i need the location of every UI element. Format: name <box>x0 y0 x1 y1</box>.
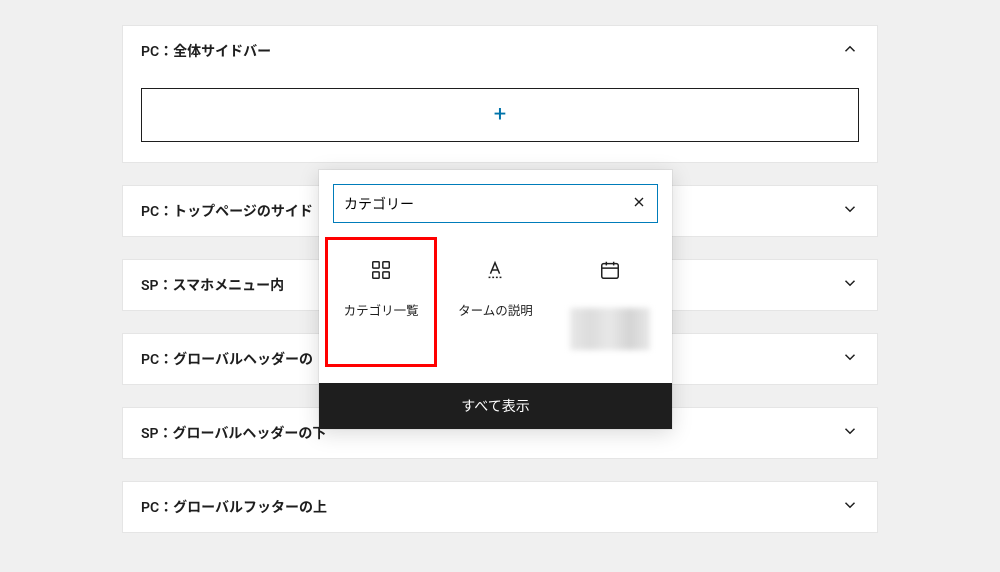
block-item-category-list[interactable]: カテゴリ一覧 <box>325 237 437 367</box>
text-color-icon <box>483 258 507 282</box>
panel-title: SP：グローバルヘッダーの下 <box>141 423 326 443</box>
block-item-calendar[interactable] <box>554 237 666 367</box>
show-all-button[interactable]: すべて表示 <box>319 383 672 429</box>
chevron-down-icon <box>841 274 859 296</box>
block-search-input[interactable] <box>344 196 631 212</box>
calendar-icon <box>598 258 622 282</box>
block-results-grid: カテゴリ一覧 タームの説明 <box>319 229 672 383</box>
panel-body: + <box>123 62 877 162</box>
panel-title: SP：スマホメニュー内 <box>141 275 284 295</box>
grid-icon <box>369 258 393 282</box>
block-item-term-description[interactable]: タームの説明 <box>439 237 551 367</box>
chevron-down-icon <box>841 496 859 518</box>
search-input-wrap <box>333 184 658 223</box>
close-icon <box>631 198 647 213</box>
chevron-down-icon <box>841 348 859 370</box>
show-all-label: すべて表示 <box>461 399 529 415</box>
plus-icon: + <box>494 104 506 126</box>
panel-title: PC：グローバルヘッダーの <box>141 349 313 369</box>
panel-header[interactable]: PC：全体サイドバー <box>123 26 877 62</box>
chevron-up-icon <box>841 40 859 62</box>
block-label: タームの説明 <box>458 300 533 319</box>
block-search-area <box>319 170 672 229</box>
panel-title: PC：トップページのサイド <box>141 201 313 221</box>
add-block-button[interactable]: + <box>141 88 859 142</box>
panel-title: PC：全体サイドバー <box>141 41 271 61</box>
panel-pc-sidebar: PC：全体サイドバー + <box>122 25 878 163</box>
clear-search-button[interactable] <box>631 194 647 213</box>
blurred-label <box>570 308 650 350</box>
panel-pc-global-footer-top: PC：グローバルフッターの上 <box>122 481 878 533</box>
block-label: カテゴリ一覧 <box>344 300 419 319</box>
panel-header[interactable]: PC：グローバルフッターの上 <box>123 482 877 532</box>
chevron-down-icon <box>841 200 859 222</box>
chevron-down-icon <box>841 422 859 444</box>
panel-title: PC：グローバルフッターの上 <box>141 497 327 517</box>
block-inserter-popover: カテゴリ一覧 タームの説明 <box>319 170 672 429</box>
